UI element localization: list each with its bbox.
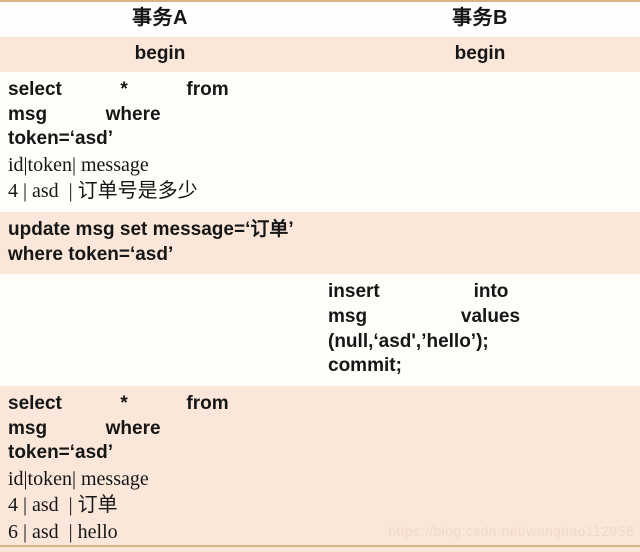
query-result-line: 4 | asd | 订单号是多少 <box>8 180 198 203</box>
sql-block: update msg set message=‘订单’ where token=‘… <box>0 212 320 274</box>
sql-statement-line: token=‘asd’ <box>8 128 114 150</box>
sql-statement-line: update msg set message=‘订单’ <box>8 218 294 240</box>
begin-label: begin <box>134 43 186 64</box>
column-header-b: 事务B <box>452 7 508 29</box>
sql-statement-line: select * from msg where <box>8 79 288 125</box>
query-result-line: id|token| message <box>8 154 149 177</box>
table-row: select * from msg where token=‘asd’ id|tok… <box>0 385 640 552</box>
table-cell-b <box>320 385 640 552</box>
sql-block: insert into msg values (null,‘asd',’hello… <box>320 274 640 386</box>
table-cell-b: begin <box>320 37 640 72</box>
table-row: insert into msg values (null,‘asd',’hello… <box>0 274 640 386</box>
header-row: 事务A 事务B <box>0 0 640 37</box>
table-row: select * from msg where token=‘asd’ id|tok… <box>0 72 640 212</box>
table-cell-a: begin <box>0 37 320 72</box>
table-cell-a: update msg set message=‘订单’ where token=‘… <box>0 211 320 275</box>
table-cell-b <box>320 72 640 212</box>
begin-label: begin <box>454 43 506 64</box>
table-cell-b <box>320 211 640 275</box>
query-result-line: 4 | asd | 订单 <box>8 494 118 517</box>
table-header: 事务A 事务B <box>0 0 640 37</box>
sql-block: select * from msg where token=‘asd’ id|tok… <box>0 72 320 212</box>
table-cell-b: insert into msg values (null,‘asd',’hello… <box>320 274 640 386</box>
sql-statement-line: token=‘asd’ <box>8 442 114 464</box>
sql-statement-line: (null,‘asd',’hello’); <box>328 330 489 352</box>
header-cell-a: 事务A <box>0 0 320 37</box>
transaction-comparison-table: 事务A 事务B begin begin select * from msg wher… <box>0 0 640 552</box>
header-cell-b: 事务B <box>320 0 640 37</box>
table-row: begin begin <box>0 37 640 72</box>
tx-table: 事务A 事务B begin begin select * from msg wher… <box>0 0 640 552</box>
sql-statement-line: where token=‘asd’ <box>8 243 174 265</box>
sql-statement-line: select * from msg where <box>8 392 288 439</box>
column-header-a: 事务A <box>132 7 188 29</box>
table-body: begin begin select * from msg where token=‘… <box>0 37 640 552</box>
table-cell-a: select * from msg where token=‘asd’ id|tok… <box>0 72 320 212</box>
table-row: update msg set message=‘订单’ where token=‘… <box>0 211 640 275</box>
table-cell-a: select * from msg where token=‘asd’ id|tok… <box>0 385 320 552</box>
table-cell-a <box>0 274 320 386</box>
sql-statement-line: commit; <box>328 355 402 377</box>
query-result-line: id|token| message <box>8 468 149 491</box>
table-top-border <box>0 0 640 2</box>
sql-block: select * from msg where token=‘asd’ id|tok… <box>0 386 320 552</box>
query-result-line: 6 | asd | hello <box>8 520 118 543</box>
sql-statement-line: insert into msg values <box>328 281 603 327</box>
